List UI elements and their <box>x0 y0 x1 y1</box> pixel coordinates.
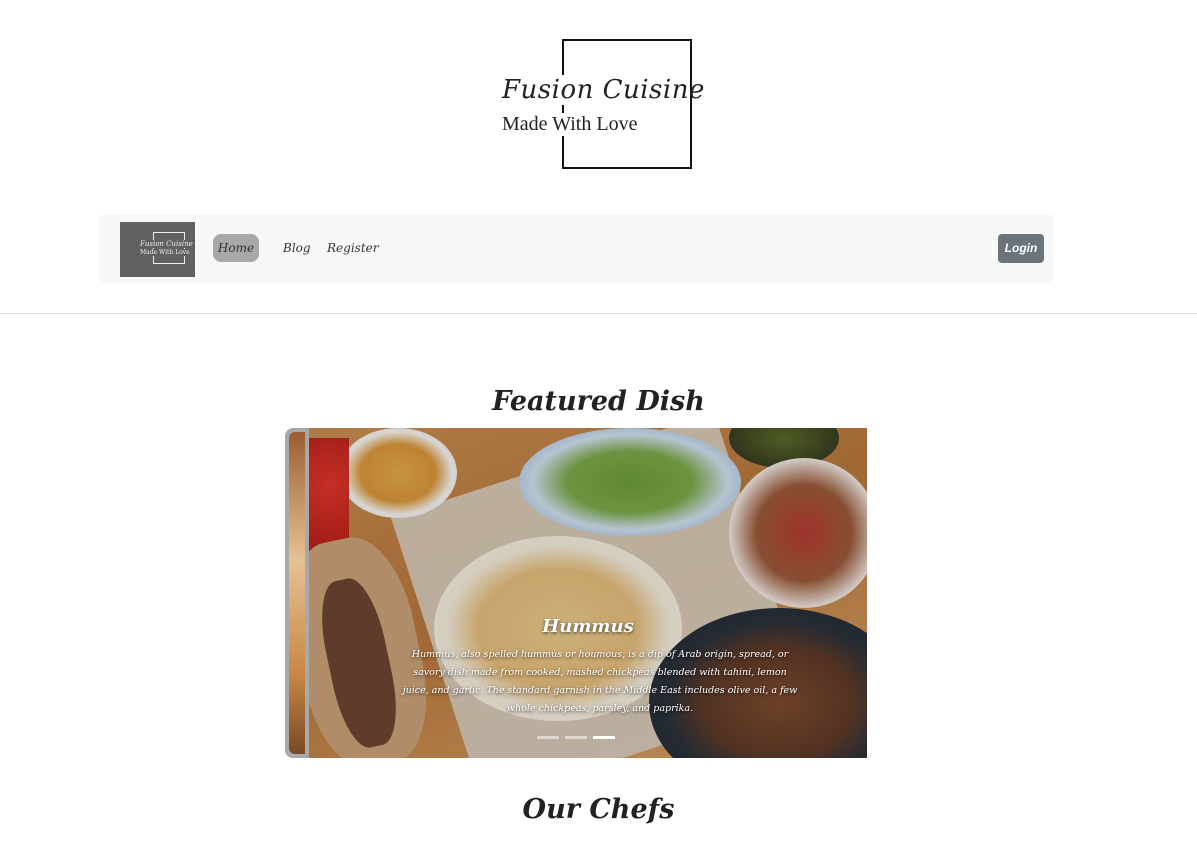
site-logo: Fusion Cuisine Made With Love <box>500 37 705 173</box>
featured-dish-heading: Featured Dish <box>492 386 705 417</box>
previous-slide-peek[interactable] <box>285 428 309 758</box>
nav-item-blog[interactable]: Blog <box>283 234 311 262</box>
slide-caption-title: Hummus <box>542 616 634 637</box>
featured-carousel[interactable]: Hummus Hummus, also spelled hummus or ho… <box>285 428 867 758</box>
logo-script-text: Fusion Cuisine <box>500 75 705 105</box>
nav-item-home[interactable]: Home <box>213 234 259 262</box>
carousel-indicators <box>537 736 637 740</box>
our-chefs-heading: Our Chefs <box>522 794 675 825</box>
nav-item-register[interactable]: Register <box>327 234 378 262</box>
carousel-indicator-1[interactable] <box>537 736 559 739</box>
header-divider <box>0 313 1197 314</box>
navbar: Fusion Cuisine Made With Love Home Blog … <box>99 215 1054 283</box>
login-button[interactable]: Login <box>998 234 1044 263</box>
navbar-logo-tagline: Made With Love <box>140 249 190 256</box>
navbar-logo[interactable]: Fusion Cuisine Made With Love <box>120 222 195 277</box>
carousel-slide: Hummus Hummus, also spelled hummus or ho… <box>309 428 867 758</box>
navbar-logo-script: Fusion Cuisine <box>140 240 193 248</box>
logo-tagline: Made With Love <box>500 113 657 136</box>
slide-caption-text: Hummus, also spelled hummus or houmous, … <box>402 649 798 714</box>
navbar-logo-frame <box>153 232 185 264</box>
carousel-indicator-2[interactable] <box>565 736 587 739</box>
carousel-indicator-3[interactable] <box>593 736 615 739</box>
